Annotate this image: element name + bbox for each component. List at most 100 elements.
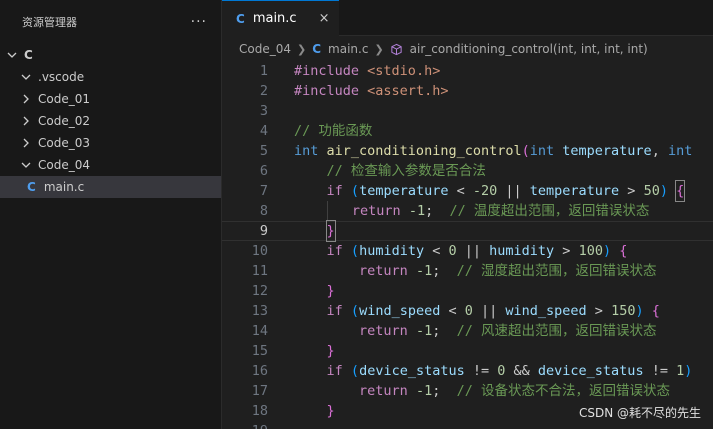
control-keyword: if (326, 303, 343, 319)
control-keyword: if (326, 363, 343, 379)
number: -1 (415, 323, 433, 339)
punctuation: , (651, 143, 660, 159)
operator: && (505, 363, 538, 379)
code-line: 12 } (222, 281, 713, 301)
paren: ( (350, 363, 360, 379)
control-keyword: return (359, 383, 408, 399)
line-number: 17 (251, 383, 268, 399)
chevron-right-icon (20, 137, 32, 149)
code-line: 17 return -1; // 设备状态不合法，返回错误状态 (222, 381, 713, 401)
breadcrumb-file[interactable]: main.c (328, 42, 368, 56)
code-comment: // 风速超出范围，返回错误状态 (456, 323, 657, 339)
paren: ( (350, 303, 360, 319)
operator: || (472, 303, 506, 319)
tree-folder-code-01[interactable]: Code_01 (0, 88, 221, 110)
code-line: 13 if (wind_speed < 0 || wind_speed > 15… (222, 301, 713, 321)
control-keyword: if (326, 243, 343, 259)
punctuation: ; (425, 203, 434, 219)
close-icon[interactable]: × (319, 11, 330, 26)
chevron-right-icon: ❯ (374, 42, 384, 56)
code-line: 6 // 检查输入参数是否合法 (222, 161, 713, 181)
operator: < (440, 303, 465, 319)
variable: temperature (359, 183, 449, 199)
number: 50 (643, 183, 660, 199)
line-number: 4 (259, 123, 268, 139)
chevron-right-icon (20, 93, 32, 105)
number: -1 (415, 263, 433, 279)
line-number: 18 (251, 403, 268, 419)
line-number: 11 (251, 263, 268, 279)
line-number: 2 (259, 83, 268, 99)
brace: { (675, 180, 686, 202)
number: 100 (578, 243, 603, 259)
code-comment: // 检查输入参数是否合法 (326, 163, 486, 179)
c-file-icon: C (312, 42, 322, 56)
variable: wind_speed (505, 303, 587, 319)
tree-folder-label: Code_03 (38, 136, 90, 150)
line-number: 15 (251, 343, 268, 359)
breadcrumb-symbol[interactable]: air_conditioning_control(int, int, int, … (410, 42, 648, 56)
breadcrumb: Code_04 ❯ C main.c ❯ air_conditioning_co… (222, 36, 713, 62)
tree-folder-label: .vscode (38, 70, 85, 84)
number: 0 (464, 303, 473, 319)
line-number: 16 (251, 363, 268, 379)
tab-main-c[interactable]: C main.c × (222, 0, 340, 36)
code-line: 2 #include <assert.h> (222, 81, 713, 101)
variable: wind_speed (359, 303, 441, 319)
paren: ) (684, 363, 693, 379)
line-number: 10 (251, 243, 268, 259)
operator: > (586, 303, 612, 319)
code-line: 4 // 功能函数 (222, 121, 713, 141)
operator: || (456, 243, 490, 259)
paren: ( (350, 183, 360, 199)
paren: ) (602, 243, 612, 259)
code-comment: // 湿度超出范围，返回错误状态 (456, 263, 657, 279)
paren: ) (659, 183, 668, 199)
more-actions-button[interactable]: ··· (191, 14, 207, 30)
line-number: 1 (259, 63, 268, 79)
paren: ) (635, 303, 644, 319)
tree-file-label: main.c (43, 180, 85, 194)
chevron-down-icon (20, 159, 32, 171)
type-keyword: int (667, 143, 693, 159)
control-keyword: return (359, 263, 408, 279)
symbol-method-icon (391, 43, 402, 55)
tree-root-folder[interactable]: C (0, 44, 221, 66)
brace: { (651, 303, 660, 319)
tree-file-main-c[interactable]: C main.c (0, 176, 221, 198)
number: 0 (448, 243, 457, 259)
code-line: 7 if (temperature < -20 || temperature >… (222, 180, 713, 202)
tree-folder-label: Code_01 (38, 92, 90, 106)
number: 150 (611, 303, 636, 319)
operator: != (643, 363, 677, 379)
line-number: 6 (259, 163, 268, 179)
number: -1 (408, 203, 426, 219)
paren: ( (350, 243, 360, 259)
number: -1 (415, 383, 433, 399)
variable: humidity (359, 243, 425, 259)
brace: } (326, 343, 335, 359)
code-line: 16 if (device_status != 0 && device_stat… (222, 361, 713, 381)
punctuation: ; (432, 263, 441, 279)
tree-folder-label: Code_02 (38, 114, 90, 128)
tree-folder-code-04[interactable]: Code_04 (0, 154, 221, 176)
code-line: 10 if (humidity < 0 || humidity > 100) { (222, 241, 713, 261)
tree-folder-code-02[interactable]: Code_02 (0, 110, 221, 132)
breadcrumb-folder[interactable]: Code_04 (239, 42, 291, 56)
type-keyword: int (294, 143, 319, 159)
c-file-icon: C (27, 180, 36, 194)
code-editor[interactable]: 1 #include <stdio.h> 2 #include <assert.… (222, 61, 713, 429)
explorer-title: 资源管理器 (22, 16, 77, 29)
paren: ( (521, 143, 530, 159)
code-line-current: 9 } (222, 220, 713, 242)
operator: || (497, 183, 530, 199)
tree-folder-vscode[interactable]: .vscode (0, 66, 221, 88)
c-file-icon: C (236, 11, 245, 26)
punctuation: ; (432, 323, 441, 339)
number: 1 (676, 363, 685, 379)
variable: temperature (529, 183, 620, 199)
explorer-sidebar: 资源管理器 ··· C .vscode Code_01 Code_02 Code… (0, 0, 222, 429)
code-line: 8 return -1; // 温度超出范围，返回错误状态 (222, 201, 713, 221)
control-keyword: return (351, 203, 401, 219)
tree-folder-code-03[interactable]: Code_03 (0, 132, 221, 154)
